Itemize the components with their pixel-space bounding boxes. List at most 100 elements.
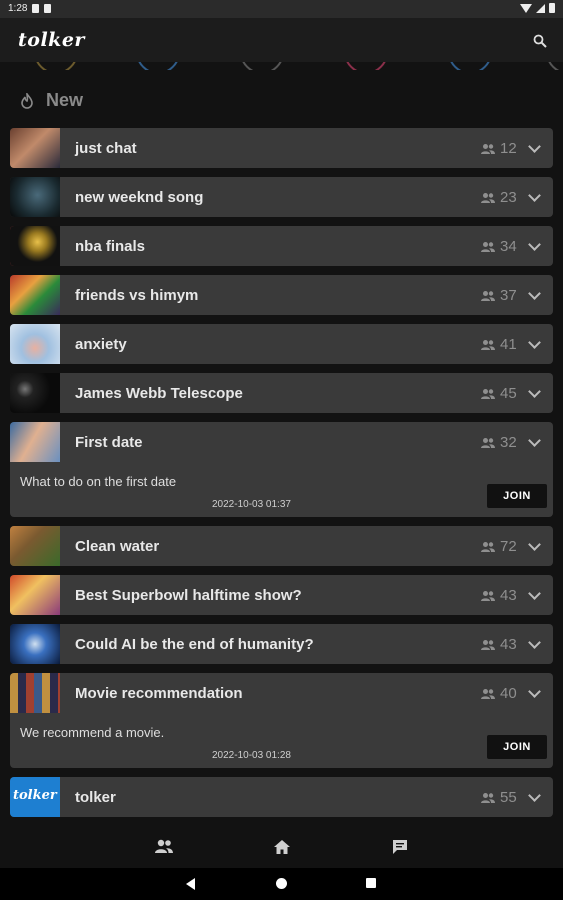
room-item[interactable]: nba finals 34 (10, 226, 553, 266)
member-count: 43 (500, 587, 517, 604)
room-thumbnail (10, 624, 60, 664)
room-description: What to do on the first date (20, 474, 177, 489)
chevron-down-icon[interactable] (528, 140, 541, 153)
people-icon (481, 388, 495, 399)
chevron-down-icon[interactable] (528, 189, 541, 202)
room-title: Could AI be the end of humanity? (75, 636, 314, 653)
fire-icon (21, 92, 33, 109)
room-item[interactable]: tolker tolker 55 (10, 777, 553, 817)
recents-icon[interactable] (366, 878, 376, 888)
story-strip[interactable] (0, 62, 563, 70)
people-icon (481, 792, 495, 803)
story-avatar[interactable] (136, 62, 180, 70)
member-count: 23 (500, 189, 517, 206)
status-time: 1:28 (8, 3, 28, 14)
room-thumbnail (10, 526, 60, 566)
room-item[interactable]: Clean water 72 (10, 526, 553, 566)
people-icon (481, 639, 495, 650)
room-item[interactable]: James Webb Telescope 45 (10, 373, 553, 413)
member-count: 40 (500, 685, 517, 702)
story-avatar[interactable] (344, 62, 388, 70)
chevron-down-icon[interactable] (528, 385, 541, 398)
system-navigation-bar (0, 868, 563, 900)
chevron-down-icon[interactable] (528, 587, 541, 600)
room-item[interactable]: anxiety 41 (10, 324, 553, 364)
chevron-down-icon[interactable] (528, 336, 541, 349)
join-button[interactable]: JOIN (487, 735, 547, 759)
room-title: First date (75, 434, 143, 451)
people-icon (481, 590, 495, 601)
room-thumbnail (10, 177, 60, 217)
search-icon[interactable] (533, 34, 547, 48)
member-count: 55 (500, 789, 517, 806)
chat-icon[interactable] (390, 838, 410, 856)
battery-icon (549, 3, 555, 13)
room-thumbnail: tolker (10, 777, 60, 817)
people-icon (481, 437, 495, 448)
room-item[interactable]: new weeknd song 23 (10, 177, 553, 217)
notification-icons (32, 4, 51, 13)
people-icon (481, 541, 495, 552)
status-bar: 1:28 (0, 0, 563, 18)
room-title: anxiety (75, 336, 127, 353)
people-icon (481, 688, 495, 699)
room-thumbnail (10, 324, 60, 364)
room-item[interactable]: friends vs himym 37 (10, 275, 553, 315)
system-icons (520, 3, 555, 13)
room-thumbnail (10, 226, 60, 266)
chevron-down-icon[interactable] (528, 636, 541, 649)
room-title: nba finals (75, 238, 146, 255)
home-icon[interactable] (272, 838, 292, 856)
room-item[interactable]: Best Superbowl halftime show? 43 (10, 575, 553, 615)
chevron-down-icon[interactable] (528, 238, 541, 251)
room-item-expanded[interactable]: First date 32 What to do on the first da… (10, 422, 553, 517)
member-count: 34 (500, 238, 517, 255)
join-button[interactable]: JOIN (487, 484, 547, 508)
back-icon[interactable] (186, 878, 195, 890)
people-icon (481, 143, 495, 154)
room-title: James Webb Telescope (75, 385, 243, 402)
room-thumbnail (10, 275, 60, 315)
member-count: 72 (500, 538, 517, 555)
member-count: 45 (500, 385, 517, 402)
app-bar: tolker (0, 18, 563, 62)
room-title: Clean water (75, 538, 160, 555)
people-icon (481, 192, 495, 203)
chevron-down-icon[interactable] (528, 685, 541, 698)
room-title: Best Superbowl halftime show? (75, 587, 302, 604)
story-avatar[interactable] (240, 62, 284, 70)
room-title: new weeknd song (75, 189, 204, 206)
room-item-expanded[interactable]: Movie recommendation 40 We recommend a m… (10, 673, 553, 768)
room-thumbnail (10, 422, 60, 462)
story-avatar[interactable] (448, 62, 492, 70)
section-header: New (20, 90, 83, 111)
member-count: 32 (500, 434, 517, 451)
room-description: We recommend a movie. (20, 725, 165, 740)
chevron-down-icon[interactable] (528, 538, 541, 551)
room-item[interactable]: just chat 12 (10, 128, 553, 168)
room-thumbnail (10, 673, 60, 713)
member-count: 43 (500, 636, 517, 653)
shield-icon (44, 4, 51, 13)
people-icon (481, 241, 495, 252)
story-avatar[interactable] (34, 62, 78, 70)
member-count: 12 (500, 140, 517, 157)
chevron-down-icon[interactable] (528, 287, 541, 300)
people-icon[interactable] (154, 838, 174, 856)
app-logo: tolker (18, 29, 85, 51)
signal-icon (536, 3, 545, 13)
thumbnail-logo: tolker (13, 788, 57, 803)
sd-card-icon (32, 4, 39, 13)
room-item[interactable]: Could AI be the end of humanity? 43 (10, 624, 553, 664)
chevron-down-icon[interactable] (528, 434, 541, 447)
room-title: just chat (75, 140, 137, 157)
room-title: tolker (75, 789, 116, 806)
room-title: friends vs himym (75, 287, 199, 304)
room-thumbnail (10, 373, 60, 413)
room-timestamp: 2022-10-03 01:28 (212, 750, 291, 761)
story-avatar[interactable] (546, 62, 563, 70)
member-count: 37 (500, 287, 517, 304)
chevron-down-icon[interactable] (528, 789, 541, 802)
home-button-icon[interactable] (276, 878, 287, 889)
room-thumbnail (10, 575, 60, 615)
